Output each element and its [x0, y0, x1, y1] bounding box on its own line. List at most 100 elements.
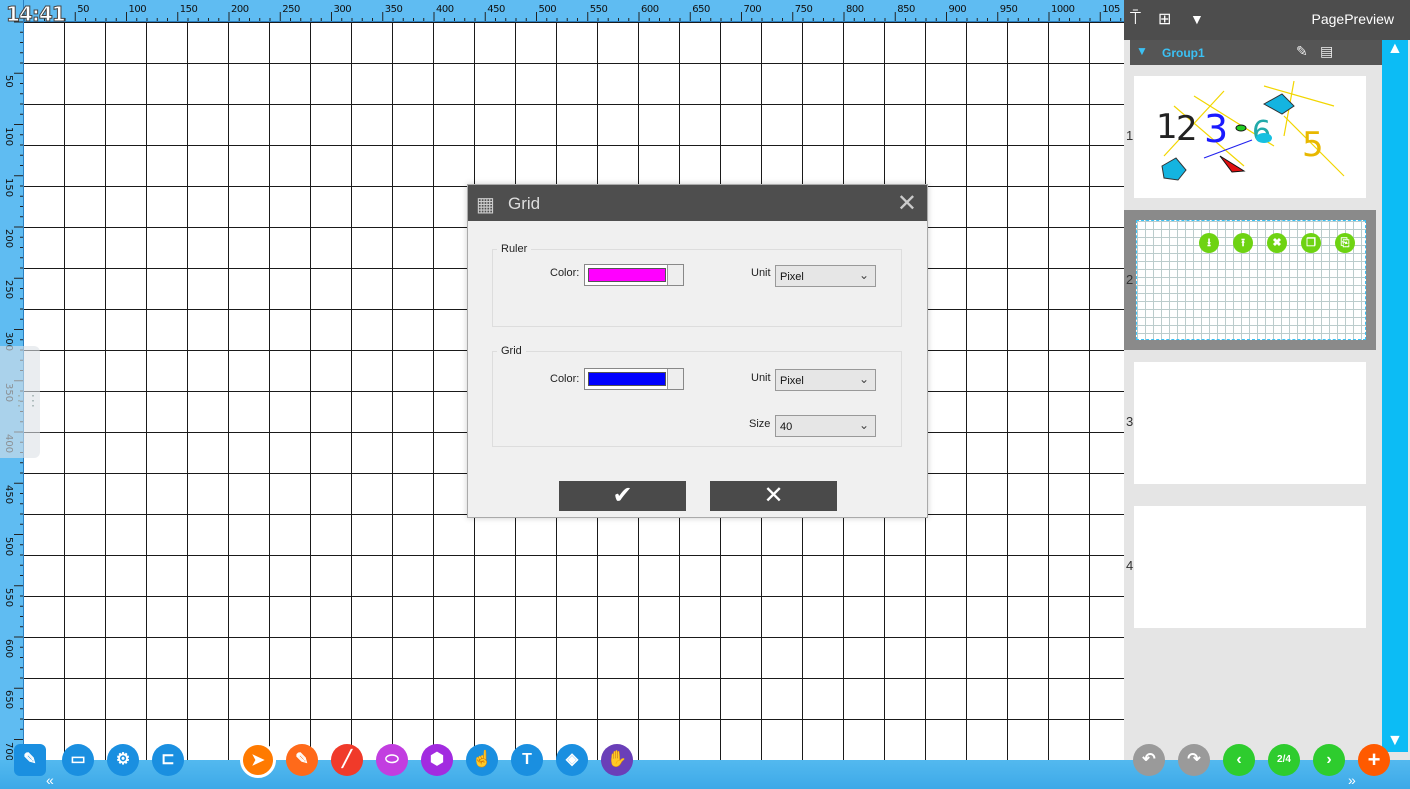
undo-icon[interactable]: ↶: [1133, 744, 1165, 776]
eraser-tool-icon[interactable]: ⬭: [376, 744, 408, 776]
settings-icon[interactable]: ⚙: [107, 744, 139, 776]
ruler-label: 300: [333, 4, 352, 15]
ruler-label: 650: [3, 690, 14, 710]
ruler-label: 900: [948, 4, 967, 15]
page-thumbnail-4[interactable]: [1134, 506, 1366, 628]
grid-color-picker[interactable]: [584, 368, 684, 390]
pen-tool-icon[interactable]: ✎: [286, 744, 318, 776]
ruler-label: 750: [794, 4, 813, 15]
next-page-icon[interactable]: ›: [1313, 744, 1345, 776]
dialog-header: ▦ Grid ✕: [468, 185, 927, 221]
clock: 14:41: [6, 2, 67, 27]
ruler-color-picker[interactable]: [584, 264, 684, 286]
page-indicator: 2/4: [1268, 744, 1300, 776]
scroll-down-icon[interactable]: ▼: [1387, 732, 1403, 750]
check-icon: ✔: [612, 482, 633, 509]
ruler-top: 50 100 150 200 250 300 350 400 450 500 550 600 650 70…: [0, 0, 1124, 22]
pin-icon[interactable]: ⍑: [1130, 8, 1141, 29]
ruler-label: 800: [846, 4, 864, 15]
export-icon[interactable]: ⎘: [1335, 233, 1355, 253]
page-number: 2: [1126, 272, 1134, 287]
pencil-icon[interactable]: ✎: [1296, 43, 1308, 60]
delete-icon[interactable]: ✖: [1267, 233, 1287, 253]
scroll-up-icon[interactable]: ▲: [1387, 40, 1403, 58]
panel-title: PagePreview: [1311, 11, 1395, 27]
ruler-label: 100: [3, 126, 14, 146]
collapse-left-icon[interactable]: «: [46, 772, 54, 788]
grid-size-value: 40: [780, 421, 793, 433]
ruler-unit-select[interactable]: Pixel ⌄: [775, 265, 876, 287]
cancel-button[interactable]: ✕: [710, 481, 837, 511]
fill-tool-icon[interactable]: ◈: [556, 744, 588, 776]
ruler-label: 600: [3, 639, 14, 659]
group-name: Group1: [1162, 46, 1205, 60]
ruler-label: 550: [589, 4, 608, 15]
left-collapse-handle[interactable]: ⋮⋮: [0, 346, 40, 458]
page-thumbnail-3[interactable]: [1134, 362, 1366, 484]
expand-icon[interactable]: ▼: [1136, 44, 1148, 58]
dropdown-icon[interactable]: ▼: [1190, 11, 1204, 27]
move-up-icon[interactable]: ⭱: [1233, 233, 1253, 253]
ruler-color-button[interactable]: [667, 265, 683, 285]
collapse-right-icon[interactable]: »: [1348, 772, 1356, 788]
ruler-label: 1000: [1051, 4, 1075, 15]
ruler-label: 200: [3, 229, 14, 249]
ruler-label: 250: [282, 4, 300, 15]
chevron-down-icon: ⌄: [858, 418, 869, 432]
chevron-down-icon: ⌄: [858, 268, 869, 282]
ruler-label: 100: [128, 4, 147, 15]
page-preview-panel: ⍑ ⊞ ▼ PagePreview ▼ Group1 ✎ ▤ 1 1 2 3 6…: [1124, 0, 1410, 789]
ruler-unit-label: Unit: [751, 267, 771, 279]
shape-tool-icon[interactable]: ⬢: [421, 744, 453, 776]
add-page-button[interactable]: +: [1358, 744, 1390, 776]
copy-icon[interactable]: ❐: [1301, 233, 1321, 253]
edit-icon[interactable]: ✎: [14, 744, 46, 776]
pointer-tool-icon[interactable]: ☝: [466, 744, 498, 776]
grid-dialog: ▦ Grid ✕ Ruler Color: Unit Pixel ⌄ Grid …: [467, 184, 928, 518]
line-tool-icon[interactable]: ╱: [331, 744, 363, 776]
grid-size-select[interactable]: 40 ⌄: [775, 415, 876, 437]
add-page-icon[interactable]: ⊞: [1158, 9, 1171, 29]
ruler-label: 150: [3, 177, 14, 197]
ruler-label: 850: [897, 4, 915, 15]
ruler-label: 600: [641, 4, 659, 15]
svg-text:2: 2: [1176, 109, 1198, 149]
hand-tool-icon[interactable]: ✋: [601, 744, 633, 776]
confirm-button[interactable]: ✔: [559, 481, 686, 511]
ruler-label: 450: [3, 485, 14, 505]
grid-color-swatch: [588, 372, 666, 386]
ruler-label: 105: [1102, 4, 1120, 15]
move-down-icon[interactable]: ⭳: [1199, 233, 1219, 253]
text-tool-icon[interactable]: T: [511, 744, 543, 776]
ruler-label: 250: [3, 280, 14, 300]
save-icon[interactable]: ▤: [1320, 43, 1333, 60]
ruler-label: 150: [179, 4, 198, 15]
page-thumbnail-2[interactable]: ⭳ ⭱ ✖ ❐ ⎘: [1136, 220, 1366, 340]
select-tool-icon[interactable]: ➤: [240, 742, 276, 778]
page-number: 1: [1126, 128, 1134, 143]
panel-scrollbar[interactable]: ▲ ▼: [1382, 40, 1408, 752]
whiteboard-app: 50 100 150 200 250 300 350 400 450 500 550 600 650 70…: [0, 0, 1410, 789]
grid-unit-label: Unit: [751, 372, 771, 384]
grid-unit-select[interactable]: Pixel ⌄: [775, 369, 876, 391]
ruler-label: 550: [3, 587, 14, 607]
ruler-label: 450: [487, 4, 505, 15]
grid-section-label: Grid: [501, 345, 522, 357]
ruler-color-label: Color:: [550, 267, 580, 279]
svg-text:5: 5: [1302, 125, 1324, 165]
redo-icon[interactable]: ↷: [1178, 744, 1210, 776]
chevron-down-icon: ⌄: [858, 372, 869, 386]
ruler-section-label: Ruler: [501, 243, 528, 255]
ruler-label: 950: [999, 4, 1018, 15]
grid-color-button[interactable]: [667, 369, 683, 389]
ruler-unit-value: Pixel: [780, 271, 804, 283]
screen-icon[interactable]: ▭: [62, 744, 94, 776]
close-icon[interactable]: ✕: [897, 189, 917, 218]
close-icon: ✕: [763, 482, 784, 509]
grid-icon: ▦: [476, 194, 495, 216]
page-thumbnail-2-selected[interactable]: ⭳ ⭱ ✖ ❐ ⎘: [1124, 210, 1376, 350]
page-thumbnail-1[interactable]: 1 2 3 6 5: [1134, 76, 1366, 198]
prev-page-icon[interactable]: ‹: [1223, 744, 1255, 776]
group-bar[interactable]: ▼ Group1 ✎ ▤: [1130, 40, 1382, 65]
open-folder-icon[interactable]: ⊏: [152, 744, 184, 776]
